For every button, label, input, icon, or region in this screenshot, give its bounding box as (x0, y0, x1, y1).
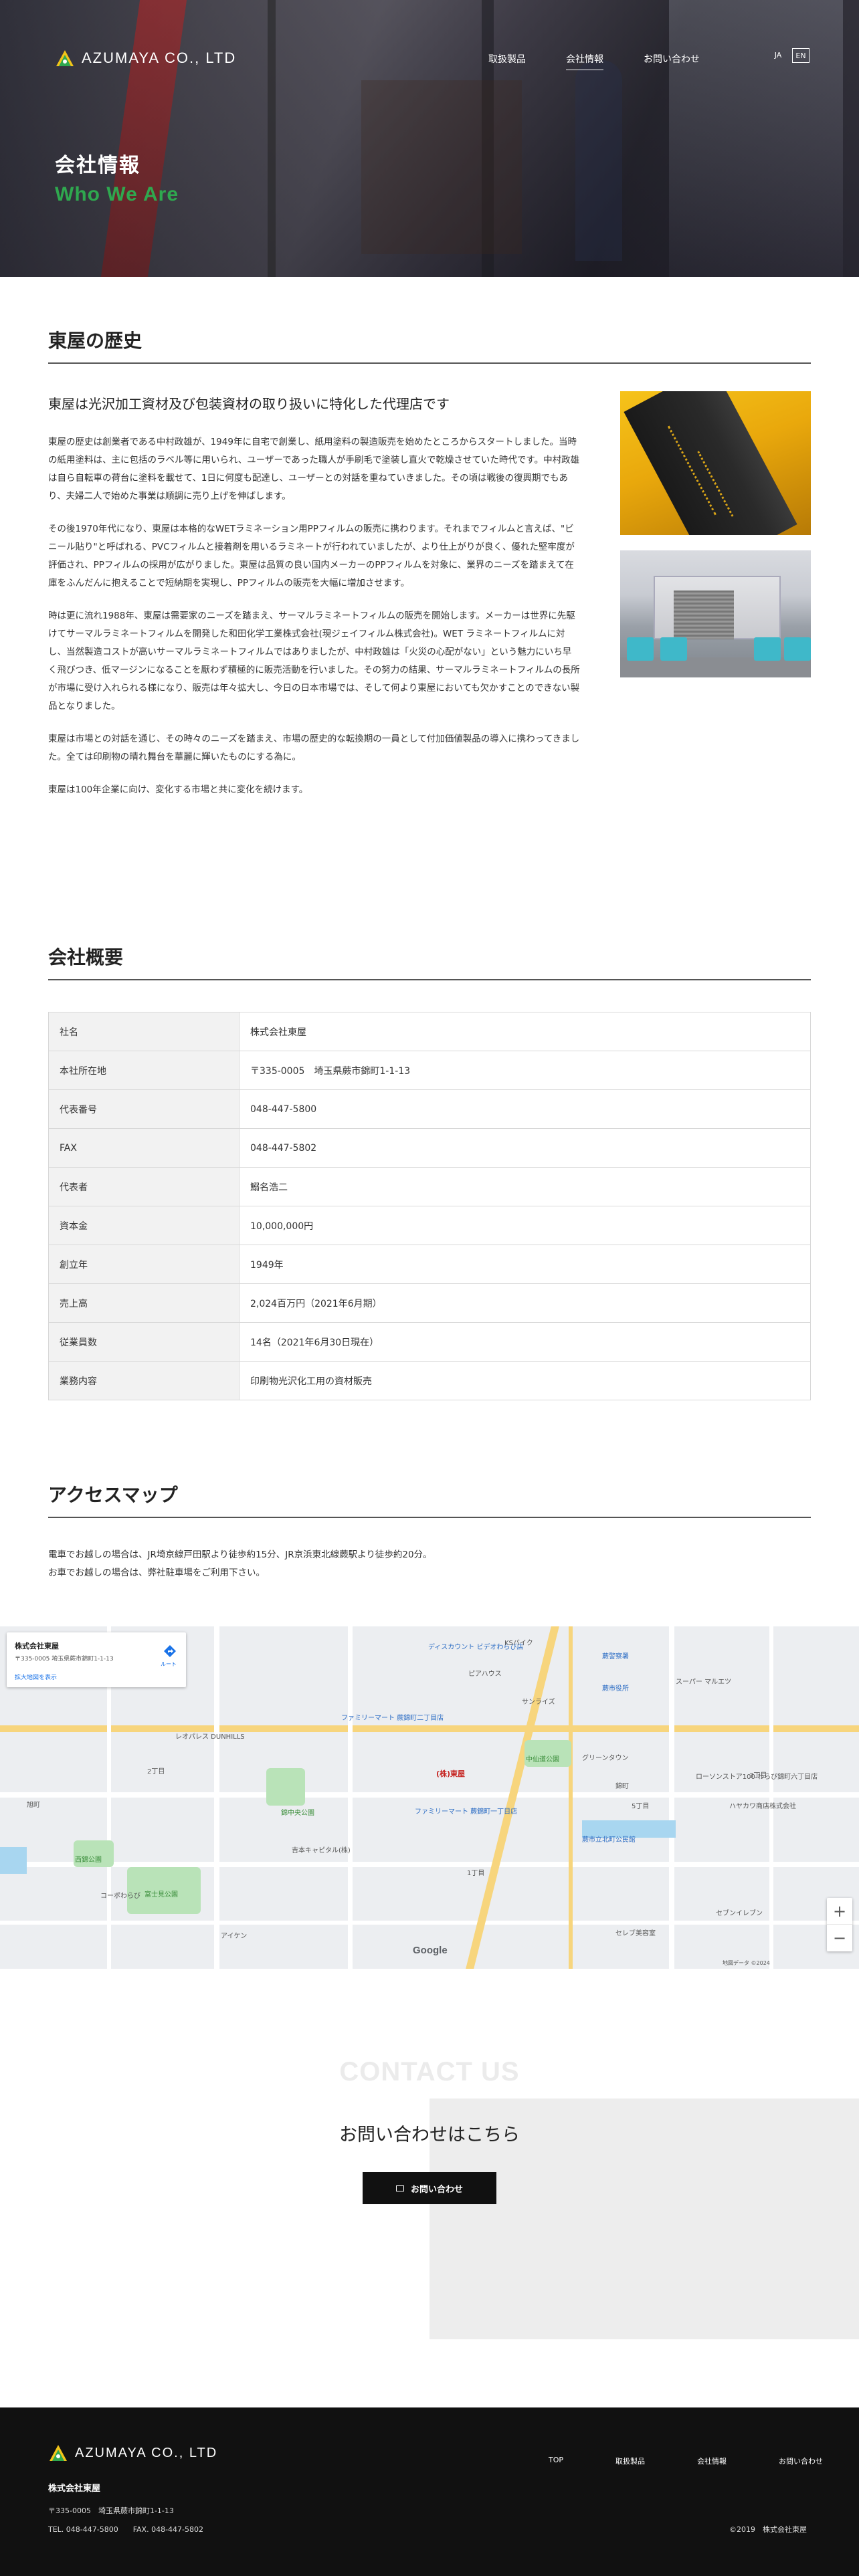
mail-icon (395, 2185, 404, 2191)
table-key: FAX (48, 1128, 240, 1168)
table-row: 代表者 鰯名浩二 (48, 1167, 811, 1206)
table-value: 印刷物光沢化工用の資材販売 (239, 1361, 811, 1400)
page-title: 会社情報 (55, 154, 140, 177)
global-nav: 取扱製品 会社情報 お問い合わせ (488, 52, 740, 70)
table-value: 10,000,000円 (239, 1206, 811, 1245)
table-key: 創立年 (48, 1245, 240, 1284)
table-value: 14名（2021年6月30日現在） (239, 1322, 811, 1362)
company-table: 社名 株式会社東屋 本社所在地 〒335-0005 埼玉県蕨市錦町1-1-13 代表… (48, 1012, 811, 1400)
table-key: 代表者 (48, 1167, 240, 1206)
history-paragraph: その後1970年代になり、東屋は本格的なWETラミネーション用PPフィルムの販売… (48, 524, 575, 588)
table-value: 〒335-0005 埼玉県蕨市錦町1-1-13 (239, 1051, 811, 1090)
footer-company: 株式会社東屋 (48, 2484, 101, 2494)
table-row: 創立年 1949年 (48, 1245, 811, 1284)
footer-logo[interactable]: AZUMAYA CO., LTD (48, 2444, 217, 2462)
table-value: 株式会社東屋 (239, 1012, 811, 1051)
overview-heading: 会社概要 (48, 943, 811, 980)
footer-logo-text: AZUMAYA CO., LTD (75, 2445, 218, 2460)
table-key: 社名 (48, 1012, 240, 1051)
contact-button-label: お問い合わせ (410, 2184, 463, 2195)
history-paragraph: 東屋の歴史は創業者である中村政雄が、1949年に自宅で創業し、紙用塗料の製造販売… (48, 437, 580, 502)
history-paragraph: 東屋は市場との対話を通じ、その時々のニーズを踏まえ、市場の歴史的な転換期の一員と… (48, 734, 580, 762)
map-info-card: 株式会社東屋 〒335-0005 埼玉県蕨市錦町1-1-13 拡大地図を表示 ル… (7, 1632, 186, 1687)
history-body: 東屋の歴史は創業者である中村政雄が、1949年に自宅で創業し、紙用塗料の製造販売… (48, 433, 580, 814)
map-card-title: 株式会社東屋 (15, 1642, 59, 1650)
map-card-address: 〒335-0005 埼玉県蕨市錦町1-1-13 (15, 1656, 114, 1662)
table-key: 従業員数 (48, 1322, 240, 1362)
footer-nav: TOP 取扱製品 会社情報 お問い合わせ (549, 2456, 823, 2466)
table-key: 本社所在地 (48, 1051, 240, 1090)
site-footer: AZUMAYA CO., LTD 株式会社東屋 〒335-0005 埼玉県蕨市錦… (0, 2407, 859, 2576)
footer-nav-contact[interactable]: お問い合わせ (779, 2456, 823, 2466)
access-line: お車でお越しの場合は、弊社駐車場をご利用下さい。 (48, 1568, 265, 1578)
pin-label: (株)東屋 (436, 1769, 466, 1778)
history-lead: 東屋は光沢加工資材及び包装資材の取り扱いに特化した代理店です (48, 396, 450, 412)
azumaya-logo-icon (55, 49, 75, 68)
hero-banner (0, 0, 859, 277)
language-switch: JA EN (769, 48, 809, 63)
table-row: 従業員数 14名（2021年6月30日現在） (48, 1322, 811, 1362)
warehouse-photo (620, 550, 811, 677)
nav-contact[interactable]: お問い合わせ (644, 52, 700, 70)
contact-button[interactable]: お問い合わせ (363, 2172, 496, 2204)
footer-nav-top[interactable]: TOP (549, 2456, 563, 2466)
directions-icon[interactable] (163, 1644, 177, 1658)
zoom-in-button[interactable]: + (827, 1898, 852, 1925)
directions-label[interactable]: ルート (161, 1660, 177, 1668)
history-heading: 東屋の歴史 (48, 326, 811, 364)
table-row: 社名 株式会社東屋 (48, 1012, 811, 1051)
nav-products[interactable]: 取扱製品 (488, 52, 526, 70)
map-enlarge-link[interactable]: 拡大地図を表示 (15, 1673, 57, 1681)
table-row: 本社所在地 〒335-0005 埼玉県蕨市錦町1-1-13 (48, 1051, 811, 1090)
table-row: 売上高 2,024百万円（2021年6月期） (48, 1283, 811, 1323)
table-value: 048-447-5800 (239, 1089, 811, 1129)
table-row: 代表番号 048-447-5800 (48, 1089, 811, 1129)
history-paragraph: 時は更に流れ1988年、東屋は需要家のニーズを踏まえ、サーマルラミネートフィルム… (48, 611, 580, 712)
map-zoom-control: + − (827, 1898, 852, 1951)
footer-address: 〒335-0005 埼玉県蕨市錦町1-1-13 (48, 2506, 174, 2515)
table-row: 資本金 10,000,000円 (48, 1206, 811, 1245)
park-area (266, 1768, 305, 1806)
table-value: 鰯名浩二 (239, 1167, 811, 1206)
access-heading: アクセスマップ (48, 1481, 811, 1518)
lang-en[interactable]: EN (792, 48, 809, 63)
footer-tel: TEL. 048-447-5800 FAX. 048-447-5802 (48, 2525, 204, 2534)
table-value: 2,024百万円（2021年6月期） (239, 1283, 811, 1323)
table-row: 業務内容 印刷物光沢化工用の資材販売 (48, 1361, 811, 1400)
contact-heading-en: CONTACT US (339, 2057, 520, 2086)
access-description: 電車でお越しの場合は、JR埼京線戸田駅より徒歩約15分、JR京浜東北線蕨駅より徒… (48, 1546, 432, 1582)
map-attribution: 地図データ ©2024 (723, 1960, 770, 1966)
table-key: 業務内容 (48, 1361, 240, 1400)
table-value: 1949年 (239, 1245, 811, 1284)
google-logo: Google (413, 1945, 448, 1956)
table-value: 048-447-5802 (239, 1128, 811, 1168)
history-paragraph: 東屋は100年企業に向け、変化する市場と共に変化を続けます。 (48, 784, 308, 795)
lang-ja[interactable]: JA (769, 48, 787, 63)
table-row: FAX 048-447-5802 (48, 1128, 811, 1168)
footer-nav-products[interactable]: 取扱製品 (615, 2456, 645, 2466)
access-line: 電車でお越しの場合は、JR埼京線戸田駅より徒歩約15分、JR京浜東北線蕨駅より徒… (48, 1549, 432, 1560)
nav-company[interactable]: 会社情報 (566, 52, 603, 70)
contact-heading: お問い合わせはこちら (339, 2125, 520, 2145)
table-key: 売上高 (48, 1283, 240, 1323)
table-key: 代表番号 (48, 1089, 240, 1129)
page-subtitle: Who We Are (55, 183, 179, 205)
footer-nav-company[interactable]: 会社情報 (697, 2456, 727, 2466)
zoom-out-button[interactable]: − (827, 1925, 852, 1951)
book-photo (620, 391, 811, 535)
table-key: 資本金 (48, 1206, 240, 1245)
azumaya-logo-icon (48, 2444, 68, 2462)
logo-text: AZUMAYA CO., LTD (82, 49, 237, 66)
copyright: ©2019 株式会社東屋 (729, 2525, 807, 2534)
site-logo[interactable]: AZUMAYA CO., LTD (55, 48, 236, 68)
